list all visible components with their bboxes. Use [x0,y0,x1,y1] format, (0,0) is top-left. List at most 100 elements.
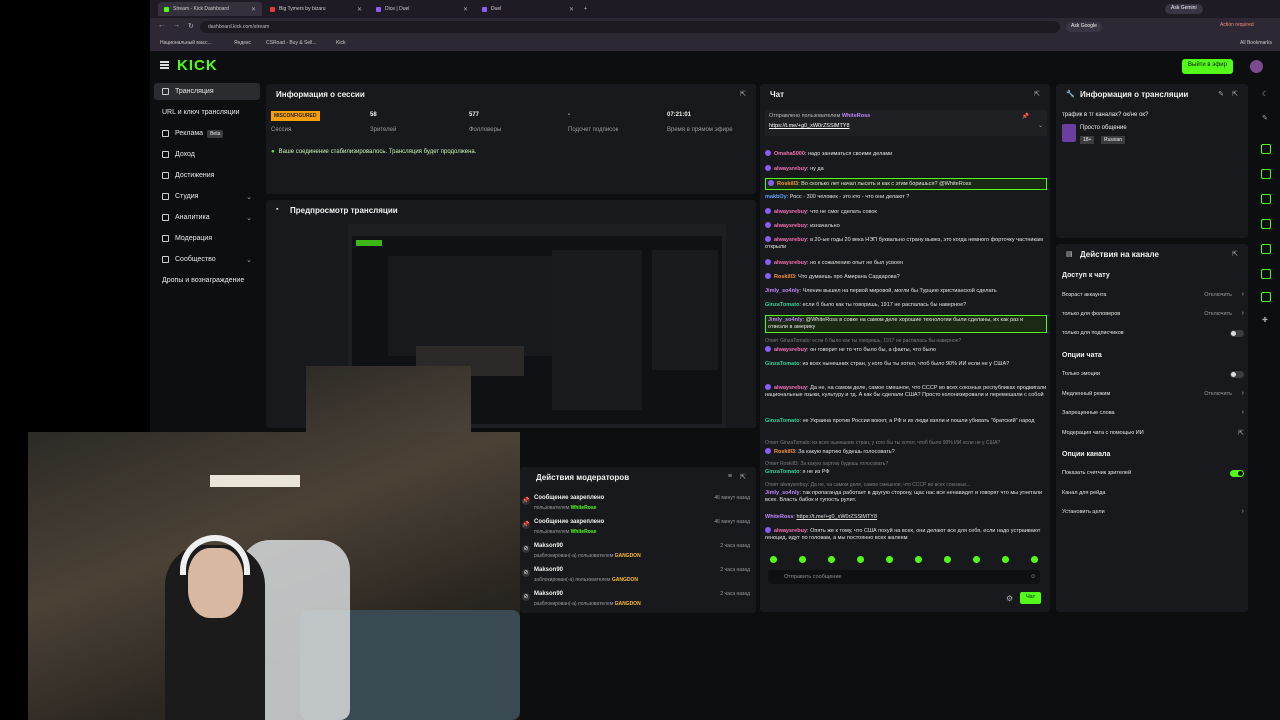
tool-icon[interactable] [1261,244,1271,254]
close-tab-icon[interactable]: ✕ [569,6,574,13]
moderator-name[interactable]: WhiteRoss [571,529,597,535]
chat-username[interactable]: Omaha5000 [774,151,805,157]
bookmark-item[interactable]: CSRoad - Buy & Sell... [266,40,317,46]
tool-icon[interactable] [1261,169,1271,179]
chat-username[interactable]: GinzaTomato [765,469,799,475]
chat-username[interactable]: alwaysrebuy [774,528,807,534]
url-input[interactable]: dashboard.kick.com/stream [200,21,1060,33]
moderator-name[interactable]: GANGDON [615,553,641,559]
chat-username[interactable]: makbOy [765,194,787,200]
setting-row[interactable]: Установить цели › [1062,508,1246,521]
chat-username[interactable]: alwaysrebuy [774,260,807,266]
chat-username[interactable]: GinzaTomato [765,361,799,367]
emote-icon[interactable] [799,556,806,563]
chat-username[interactable]: Jimly_so4nly [768,317,803,323]
sidebar-item-ads[interactable]: Реклама Beta [154,125,260,142]
tool-icon[interactable] [1261,219,1271,229]
emote-icon[interactable] [857,556,864,563]
moon-icon[interactable]: ☾ [1262,90,1268,98]
chat-username[interactable]: Roskill3 [774,449,795,455]
pinned-link[interactable]: https://t.me/+g0_xW0rZSSlMTY8 [769,123,850,129]
sidebar-item-income[interactable]: Доход [154,146,260,163]
moderator-name[interactable]: WhiteRoss [571,505,597,511]
pencil-icon[interactable]: ✎ [1262,114,1268,122]
pinned-user[interactable]: WhiteRoss [842,113,870,119]
chat-username[interactable]: Jimly_so4nly [765,490,800,496]
action-required-label[interactable]: Action required [1220,22,1254,28]
chat-username[interactable]: alwaysrebuy [774,223,807,229]
close-tab-icon[interactable]: ✕ [251,6,256,13]
external-link-icon[interactable]: ⇱ [740,90,746,98]
setting-row[interactable]: Запрещенные слова › [1062,409,1246,422]
chat-input[interactable]: Отправить сообщение [768,570,1040,584]
reload-icon[interactable]: ↻ [188,22,194,30]
chat-username[interactable]: alwaysrebuy [774,385,807,391]
moderator-name[interactable]: GANGDON [612,577,638,583]
emote-icon[interactable] [886,556,893,563]
sidebar-item-drops[interactable]: Дропы и вознаграждение [154,272,260,289]
all-bookmarks-button[interactable]: All Bookmarks [1240,40,1272,46]
emote-icon[interactable] [1031,556,1038,563]
emote-icon[interactable] [828,556,835,563]
new-tab-button[interactable]: + [578,2,590,16]
emote-icon[interactable] [944,556,951,563]
category-name[interactable]: Просто общение [1080,125,1127,131]
subscribers-only-toggle[interactable] [1230,330,1244,337]
sidebar-item-analytics[interactable]: Аналитика ⌄ [154,209,260,226]
browser-tab-3[interactable]: Dice | Duel ✕ [370,2,474,16]
kick-logo[interactable]: KICK [177,57,218,74]
close-tab-icon[interactable]: ✕ [357,6,362,13]
back-icon[interactable]: ← [158,22,165,29]
sidebar-item-moderation[interactable]: Модерация [154,230,260,247]
sidebar-item-community[interactable]: Сообщество ⌄ [154,251,260,268]
tool-icon[interactable] [1261,194,1271,204]
chat-username[interactable]: WhiteRoss [765,514,793,520]
close-tab-icon[interactable]: ✕ [463,6,468,13]
emote-only-toggle[interactable] [1230,371,1244,378]
pin-icon[interactable]: 📌 [1022,113,1029,120]
setting-row[interactable]: Канал для рейда [1062,490,1246,502]
bookmark-item[interactable]: Kick [336,40,345,46]
chat-username[interactable]: alwaysrebuy [774,347,807,353]
chat-username[interactable]: GinzaTomato [765,418,799,424]
edit-icon[interactable]: ✎ [1218,90,1224,98]
setting-row[interactable]: Возраст аккаунта Отключить › [1062,291,1246,304]
sidebar-item-studio[interactable]: Студия ⌄ [154,188,260,205]
extension-icon[interactable]: ✚ [1262,316,1268,324]
emote-icon[interactable] [770,556,777,563]
tool-icon[interactable] [1261,292,1271,302]
browser-tab-4[interactable]: Duel ✕ [476,2,580,16]
chat-username[interactable]: alwaysrebuy [774,209,807,215]
gemini-button[interactable]: Ask Gemini [1165,4,1203,14]
browser-tab-1[interactable]: Stream - Kick Dashboard ✕ [158,2,262,16]
chat-username[interactable]: GinzaTomato [765,302,799,308]
chat-username[interactable]: Roskill3 [774,274,795,280]
bookmark-item[interactable]: Яндекс [234,40,251,46]
sidebar-item-achievements[interactable]: Достижения [154,167,260,184]
chat-username[interactable]: Jimly_so4nly [765,288,800,294]
setting-row[interactable]: Медленный режим Отключить › [1062,390,1246,403]
forward-icon[interactable]: → [173,22,180,29]
external-link-icon[interactable]: ⇱ [1232,90,1238,98]
chat-username[interactable]: Roskill3 [777,181,798,187]
gear-icon[interactable]: ⚙ [1006,594,1013,603]
moderator-name[interactable]: GANGDON [615,601,641,607]
setting-row[interactable]: только для фоловеров Отключить › [1062,310,1246,323]
chat-username[interactable]: alwaysrebuy [774,237,807,243]
emote-icon[interactable] [1002,556,1009,563]
filter-icon[interactable]: ≡ [728,473,732,480]
avatar[interactable] [1250,60,1263,73]
bookmark-item[interactable]: Национальный масс... [160,40,212,46]
hamburger-menu-icon[interactable] [160,61,169,69]
chat-username[interactable]: alwaysrebuy [774,166,807,172]
send-chat-button[interactable]: Чат [1020,592,1042,604]
tool-icon[interactable] [1261,269,1271,279]
tool-icon[interactable] [1261,144,1271,154]
go-live-button[interactable]: Выйти в эфир [1182,59,1233,74]
chevron-down-icon[interactable]: ⌄ [1038,122,1043,129]
external-link-icon[interactable]: ⇱ [740,473,746,481]
browser-tab-2[interactable]: Big Tymers by bizaru ✕ [264,2,368,16]
emoji-icon[interactable]: ☺ [1030,574,1036,580]
setting-row[interactable]: Модерация чата с помощью ИИ ⇱ [1062,430,1246,442]
ask-google-button[interactable]: Ask Google [1066,22,1102,32]
